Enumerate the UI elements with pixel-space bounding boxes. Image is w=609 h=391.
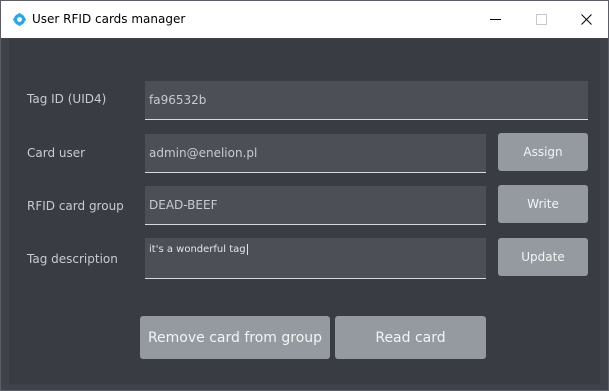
tag-id-field[interactable]: fa96532b [145,81,588,120]
read-card-button[interactable]: Read card [335,316,486,359]
maximize-icon [535,14,547,25]
tag-description-value: it's a wonderful tag [149,244,246,255]
write-button[interactable]: Write [498,185,588,223]
update-button[interactable]: Update [498,238,588,276]
tag-description-field[interactable]: it's a wonderful tag [145,238,486,279]
minimize-icon [489,19,501,20]
card-group-value: DEAD-BEEF [149,198,218,212]
window-title: User RFID cards manager [32,12,186,26]
text-caret [246,244,248,255]
maximize-button[interactable] [518,1,564,38]
gear-icon [13,13,26,26]
title-bar: User RFID cards manager [1,1,608,38]
assign-button[interactable]: Assign [498,133,588,171]
card-user-field[interactable]: admin@enelion.pl [145,134,486,173]
card-group-field[interactable]: DEAD-BEEF [145,186,486,225]
tag-description-text-wrap: it's a wonderful tag [149,238,248,278]
minimize-button[interactable] [472,1,518,38]
app-window: User RFID cards manager Tag ID (UID4) fa… [0,0,609,391]
close-button[interactable] [563,1,609,38]
form-panel: Tag ID (UID4) fa96532b Card user admin@e… [9,39,600,384]
remove-card-button[interactable]: Remove card from group [140,316,330,359]
card-group-label: RFID card group [27,199,124,213]
close-icon [580,14,592,25]
tag-description-label: Tag description [27,252,118,266]
tag-id-label: Tag ID (UID4) [27,92,107,106]
tag-id-value: fa96532b [149,93,207,107]
card-user-label: Card user [27,146,86,160]
card-user-value: admin@enelion.pl [149,146,258,160]
